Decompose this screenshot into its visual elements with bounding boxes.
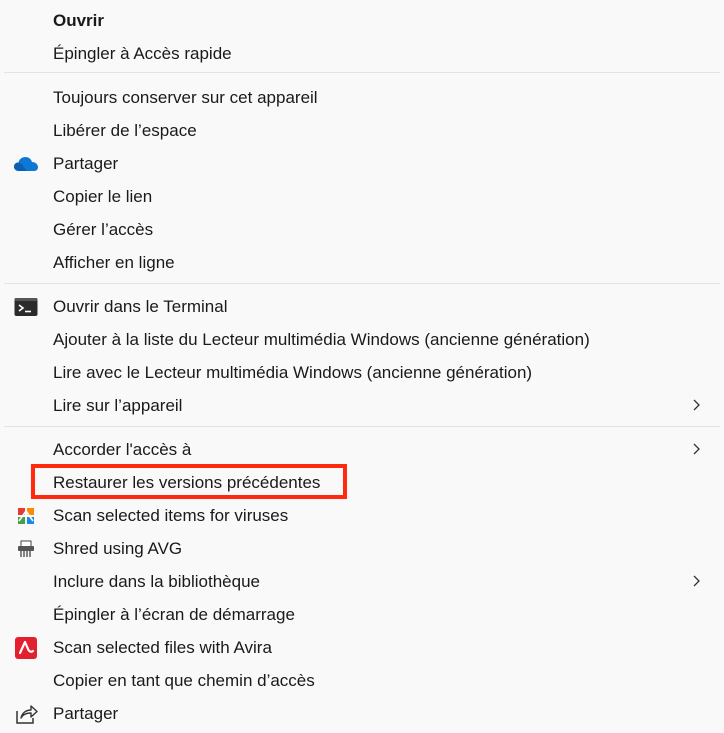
menu-separator <box>4 72 720 73</box>
menu-item-label: Lire avec le Lecteur multimédia Windows … <box>53 363 533 382</box>
menu-item-give-access[interactable]: Accorder l'accès à <box>4 433 716 466</box>
menu-item-label: Toujours conserver sur cet appareil <box>53 88 318 107</box>
chevron-right-icon <box>693 443 700 455</box>
menu-item-always-keep[interactable]: Toujours conserver sur cet appareil <box>4 81 716 114</box>
menu-item-label: Partager <box>53 154 119 173</box>
chevron-right-icon <box>693 575 700 587</box>
menu-item-label: Partager <box>53 704 119 723</box>
chevron-right-icon <box>693 399 700 411</box>
menu-separator <box>4 283 720 284</box>
terminal-icon <box>12 293 40 321</box>
menu-item-view-online[interactable]: Afficher en ligne <box>4 246 716 279</box>
menu-item-label: Épingler à l’écran de démarrage <box>53 605 295 624</box>
menu-separator <box>4 426 720 427</box>
menu-item-share-onedrive[interactable]: Partager <box>4 147 716 180</box>
menu-item-avg-shred[interactable]: Shred using AVG <box>4 532 716 565</box>
avira-logo-icon <box>12 634 40 662</box>
menu-item-label: Ajouter à la liste du Lecteur multimédia… <box>53 330 590 349</box>
menu-item-label: Inclure dans la bibliothèque <box>53 572 260 591</box>
onedrive-cloud-icon <box>12 150 40 178</box>
menu-item-label: Ouvrir <box>53 11 105 30</box>
menu-item-open[interactable]: Ouvrir <box>4 4 716 37</box>
menu-item-include-in-library[interactable]: Inclure dans la bibliothèque <box>4 565 716 598</box>
share-icon <box>12 700 40 728</box>
menu-item-label: Lire sur l’appareil <box>53 396 183 415</box>
menu-item-label: Libérer de l’espace <box>53 121 197 140</box>
menu-item-cast-to-device[interactable]: Lire sur l’appareil <box>4 389 716 422</box>
menu-item-label: Afficher en ligne <box>53 253 175 272</box>
menu-item-label: Gérer l’accès <box>53 220 154 239</box>
menu-item-manage-access[interactable]: Gérer l’accès <box>4 213 716 246</box>
menu-item-label: Accorder l'accès à <box>53 440 192 459</box>
avg-logo-icon <box>12 502 40 530</box>
menu-item-label: Ouvrir dans le Terminal <box>53 297 228 316</box>
menu-item-free-space[interactable]: Libérer de l’espace <box>4 114 716 147</box>
menu-item-add-wmp-list[interactable]: Ajouter à la liste du Lecteur multimédia… <box>4 323 716 356</box>
shredder-icon <box>12 535 40 563</box>
menu-item-share[interactable]: Partager <box>4 697 716 730</box>
menu-item-open-terminal[interactable]: Ouvrir dans le Terminal <box>4 290 716 323</box>
menu-item-label: Scan selected items for viruses <box>53 506 289 525</box>
menu-item-pin-to-start[interactable]: Épingler à l’écran de démarrage <box>4 598 716 631</box>
menu-item-pin-quick-access[interactable]: Épingler à Accès rapide <box>4 37 716 70</box>
context-menu: Ouvrir Épingler à Accès rapide Toujours … <box>0 0 724 733</box>
menu-item-label: Restaurer les versions précédentes <box>53 473 321 492</box>
menu-item-label: Shred using AVG <box>53 539 183 558</box>
menu-item-label: Copier en tant que chemin d’accès <box>53 671 315 690</box>
menu-item-copy-link[interactable]: Copier le lien <box>4 180 716 213</box>
menu-item-label: Épingler à Accès rapide <box>53 44 232 63</box>
menu-item-avg-scan[interactable]: Scan selected items for viruses <box>4 499 716 532</box>
menu-item-label: Scan selected files with Avira <box>53 638 272 657</box>
menu-item-avira-scan[interactable]: Scan selected files with Avira <box>4 631 716 664</box>
menu-item-label: Copier le lien <box>53 187 153 206</box>
menu-item-copy-as-path[interactable]: Copier en tant que chemin d’accès <box>4 664 716 697</box>
menu-item-restore-previous-versions[interactable]: Restaurer les versions précédentes <box>4 466 716 499</box>
menu-item-play-wmp[interactable]: Lire avec le Lecteur multimédia Windows … <box>4 356 716 389</box>
